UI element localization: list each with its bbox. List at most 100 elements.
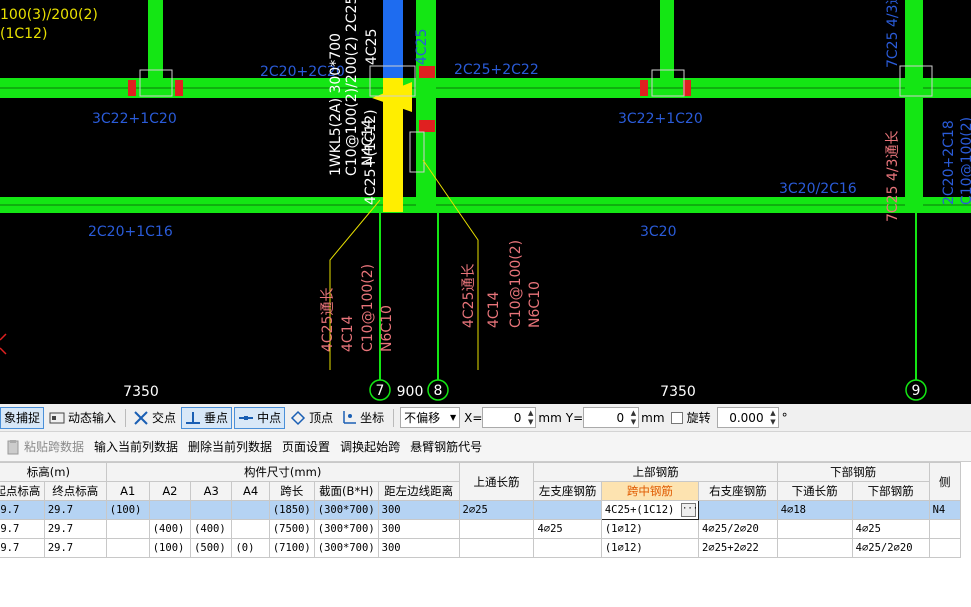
cell-a2[interactable] — [148, 500, 192, 520]
cell-a1[interactable] — [105, 519, 150, 539]
header-midspan-rebar: 跨中钢筋 — [600, 481, 699, 501]
cell-a1[interactable]: (100) — [105, 500, 150, 520]
offset-select[interactable]: 不偏移 ▼ — [400, 407, 461, 428]
header-top-rebar-group: 上部钢筋 — [533, 462, 778, 482]
annotation-top-left: (1C12) — [0, 26, 47, 42]
beam-top[interactable] — [0, 78, 971, 98]
header-right-support-rebar: 右支座钢筋 — [697, 481, 778, 501]
cell-a2[interactable]: (100) — [148, 538, 192, 558]
cell-a3[interactable]: (500) — [190, 538, 233, 558]
object-snap-toggle[interactable]: 象捕捉 — [0, 406, 45, 429]
cad-drawing-canvas[interactable]: 100(3)/200(2) (1C12) 2C20+2C20 2C25+2C22 3C2… — [0, 0, 971, 404]
cantilever-code-button[interactable]: 悬臂钢筋代号 — [405, 436, 487, 458]
vertical-beam-label: 4C25+(1C12) — [363, 109, 379, 205]
cell-a2[interactable]: (400) — [148, 519, 192, 539]
cell-top-through[interactable]: 2⌀25 — [458, 500, 535, 520]
cell-start-elev[interactable]: 29.7 — [0, 500, 45, 520]
cell-top-through[interactable] — [458, 519, 535, 539]
cell-bottom-rebar[interactable]: 4⌀25/2⌀20 — [851, 538, 930, 558]
cell-a4[interactable]: (0) — [231, 538, 270, 558]
cell-midspan-rebar-editing[interactable]: 4C25+(1C12) ··· — [600, 500, 699, 520]
dynamic-input-toggle[interactable]: 动态输入 — [46, 407, 119, 429]
input-column-button[interactable]: 输入当前列数据 — [89, 436, 183, 458]
cell-left-support-rebar[interactable] — [533, 500, 602, 520]
table-row[interactable]: 29.729.7(100)(1850)(300*700)3002⌀254C25+… — [0, 500, 962, 520]
cell-section[interactable]: (300*700) — [313, 519, 379, 539]
page-setup-button[interactable]: 页面设置 — [277, 436, 335, 458]
cell-a1[interactable] — [105, 538, 150, 558]
cell-section[interactable]: (300*700) — [313, 500, 379, 520]
beam-vert-9[interactable] — [905, 0, 923, 212]
header-bottom-rebar-group: 下部钢筋 — [776, 462, 930, 482]
cell-end-elev[interactable]: 29.7 — [43, 538, 107, 558]
paste-icon — [7, 439, 19, 454]
header-bottom-through: 下通长筋 — [776, 481, 853, 501]
snap-intersection[interactable]: 交点 — [130, 407, 179, 429]
cell-end-elev[interactable]: 29.7 — [43, 519, 107, 539]
leader-label: 4C14 — [486, 291, 502, 328]
cell-a3[interactable] — [190, 500, 233, 520]
table-row[interactable]: 29.729.7 (400)(400) (7500)(300*700)300 4⌀25… — [0, 519, 962, 539]
cell-start-elev[interactable]: 29.7 — [0, 519, 45, 539]
cell-midspan-rebar[interactable]: (1⌀12) — [600, 519, 699, 539]
offset-select-value: 不偏移 — [404, 411, 441, 425]
y-input[interactable]: 0 ▲ ▼ — [583, 407, 640, 428]
spinner-icon[interactable]: ▲ ▼ — [631, 409, 636, 427]
cell-right-support-rebar[interactable]: 4⌀25/2⌀20 — [697, 519, 778, 539]
cell-span-length[interactable]: (1850) — [268, 500, 315, 520]
spinner-icon[interactable]: ▲ ▼ — [528, 409, 533, 427]
snap-coordinate[interactable]: 坐标 — [338, 407, 387, 429]
beam-label: 3C22+1C20 — [618, 111, 703, 127]
table-row[interactable]: 29.729.7 (100)(500)(0)(7100)(300*700)300 (… — [0, 538, 962, 558]
cell-left-edge-distance[interactable]: 300 — [377, 538, 460, 558]
cell-a3[interactable]: (400) — [190, 519, 233, 539]
spinner-icon[interactable]: ▲ ▼ — [770, 409, 775, 427]
cell-start-elev[interactable]: 29.7 — [0, 538, 45, 558]
leader-label: N6C10 — [379, 305, 395, 352]
cad-drawing[interactable]: 100(3)/200(2)(1C12)2C20+2C20 2C25+2C223C2… — [0, 0, 971, 404]
cell-a4[interactable] — [231, 500, 270, 520]
rotate-checkbox[interactable] — [670, 411, 683, 424]
beam-vert-a[interactable] — [148, 0, 163, 78]
cell-left-edge-distance[interactable]: 300 — [377, 519, 460, 539]
cell-top-through[interactable] — [458, 538, 535, 558]
x-unit: mm — [538, 410, 562, 425]
beam-label: 3C20/2C16 — [779, 181, 857, 197]
swap-start-span-button[interactable]: 调换起始跨 — [335, 436, 405, 458]
axis-marker-label: 8 — [434, 383, 443, 399]
cell-side[interactable]: N4 — [928, 500, 962, 520]
ellipsis-button[interactable]: ··· — [680, 503, 697, 517]
cell-right-support-rebar[interactable] — [697, 500, 778, 520]
cell-span-length[interactable]: (7500) — [268, 519, 315, 539]
snap-vertex[interactable]: 顶点 — [287, 407, 336, 429]
cell-left-edge-distance[interactable]: 300 — [377, 500, 460, 520]
cell-a4[interactable] — [231, 519, 270, 539]
cell-bottom-through[interactable] — [776, 538, 853, 558]
delete-column-button[interactable]: 删除当前列数据 — [183, 436, 277, 458]
cell-right-support-rebar[interactable]: 2⌀25+2⌀22 — [697, 538, 778, 558]
cell-left-support-rebar[interactable]: 4⌀25 — [533, 519, 602, 539]
cell-bottom-through[interactable] — [776, 519, 853, 539]
span-data-grid[interactable]: 标高(m) 构件尺寸(mm) 上通长筋 上部钢筋 下部钢筋 侧 起点标高 终点标… — [0, 462, 971, 607]
cell-section[interactable]: (300*700) — [313, 538, 379, 558]
snap-midpoint[interactable]: 中点 — [234, 406, 286, 429]
cell-bottom-rebar[interactable]: 4⌀25 — [851, 519, 930, 539]
cell-span-length[interactable]: (7100) — [268, 538, 315, 558]
paste-span-button[interactable]: 粘贴跨数据 — [0, 436, 89, 458]
cell-side[interactable] — [928, 538, 962, 558]
cell-bottom-through[interactable]: 4⌀18 — [776, 500, 853, 520]
rotate-input[interactable]: 0.000 ▲ ▼ — [716, 407, 779, 428]
cell-midspan-rebar[interactable]: (1⌀12) — [600, 538, 699, 558]
beam-bottom[interactable] — [0, 197, 971, 213]
midpoint-icon — [239, 415, 254, 420]
cell-left-support-rebar[interactable] — [533, 538, 602, 558]
header-a2: A2 — [148, 481, 192, 501]
beam-vert-b[interactable] — [660, 0, 674, 78]
cell-end-elev[interactable]: 29.7 — [43, 500, 107, 520]
snap-perpendicular[interactable]: 垂点 — [181, 406, 233, 429]
leader-label: 4C25通长 — [320, 288, 336, 353]
object-snap-label: 象捕捉 — [4, 411, 41, 425]
cell-bottom-rebar[interactable] — [851, 500, 930, 520]
x-input[interactable]: 0 ▲ ▼ — [482, 407, 537, 428]
cell-side[interactable] — [928, 519, 962, 539]
